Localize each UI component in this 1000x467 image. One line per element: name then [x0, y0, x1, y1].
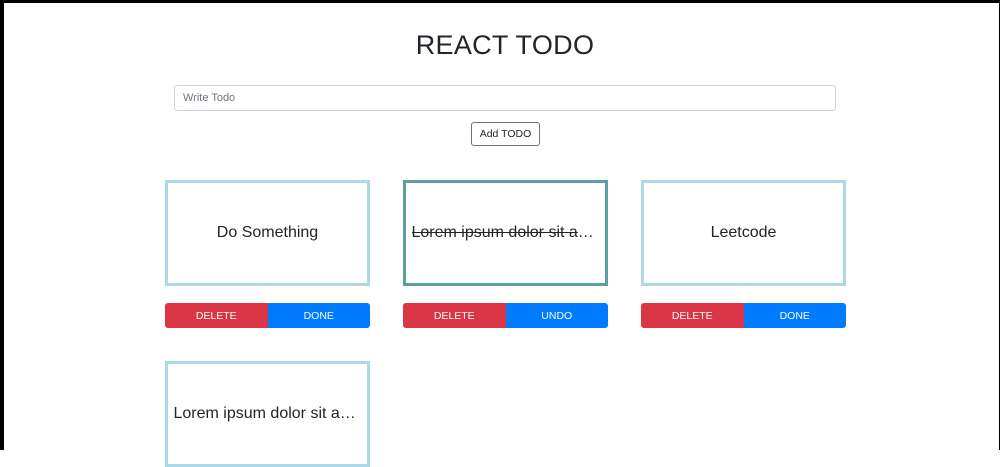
delete-button[interactable]: DELETE [403, 303, 506, 328]
todo-text: Lorem ipsum dolor sit amet [173, 405, 362, 422]
todo-card: Do Something [165, 180, 370, 286]
todo-text: Leetcode [710, 224, 777, 241]
window-frame-top [0, 0, 1000, 3]
undo-button[interactable]: UNDO [505, 303, 608, 328]
todo-card: Lorem ipsum dolor sit amet [165, 361, 370, 467]
todo-actions: DELETE UNDO [403, 303, 608, 328]
todo-card-completed: Lorem ipsum dolor sit amet [403, 180, 608, 286]
todo-actions: DELETE DONE [641, 303, 846, 328]
window-frame-left [0, 0, 4, 450]
delete-button[interactable]: DELETE [641, 303, 744, 328]
page-title: REACT TODO [415, 30, 595, 60]
delete-button[interactable]: DELETE [165, 303, 268, 328]
add-todo-button[interactable]: Add TODO [471, 122, 540, 146]
todo-text: Do Something [216, 224, 319, 241]
done-button[interactable]: DONE [743, 303, 846, 328]
todo-actions: DELETE DONE [165, 303, 370, 328]
todo-card: Leetcode [641, 180, 846, 286]
todo-text: Lorem ipsum dolor sit amet [411, 224, 600, 241]
todo-input[interactable] [174, 85, 836, 111]
done-button[interactable]: DONE [267, 303, 370, 328]
